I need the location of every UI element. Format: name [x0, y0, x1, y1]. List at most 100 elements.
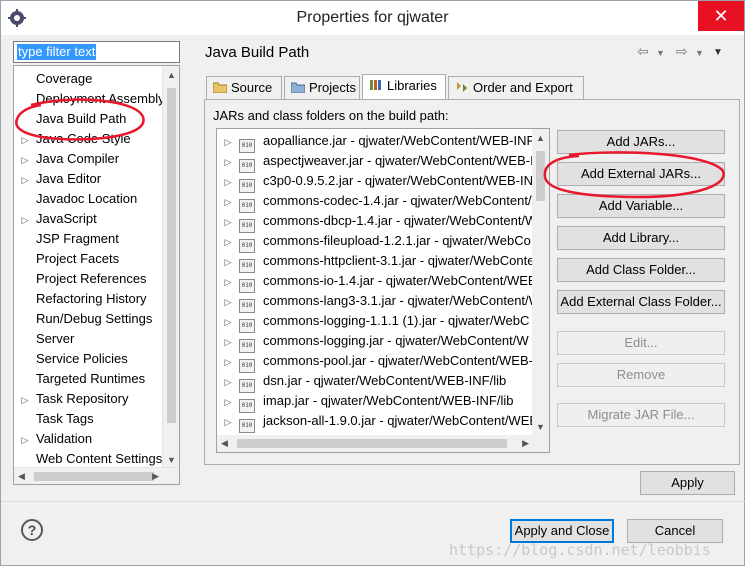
help-icon[interactable]: ? — [21, 519, 43, 541]
tree-item[interactable]: Web Content Settings — [14, 449, 162, 469]
jar-list-vertical-scrollbar[interactable]: ▲ ▼ — [532, 129, 549, 436]
jar-list-horizontal-scrollbar[interactable]: ◀ ▶ — [217, 435, 549, 452]
expand-arrow-icon[interactable]: ▷ — [217, 252, 239, 272]
tree-item[interactable]: Coverage — [14, 69, 92, 89]
tree-item[interactable]: JSP Fragment — [14, 229, 119, 249]
tree-item[interactable]: Java Build Path — [14, 109, 126, 129]
jar-list-hscroll-thumb[interactable] — [237, 439, 507, 448]
jar-list-item[interactable]: ▷ 010 commons-logging.jar - qjwater/WebCon… — [217, 331, 529, 353]
expand-arrow-icon[interactable]: ▷ — [14, 390, 36, 410]
tree-item[interactable]: Deployment Assembly — [14, 89, 165, 109]
add-library-button[interactable]: Add Library... — [557, 226, 725, 250]
tree-item-label: Java Build Path — [36, 111, 127, 126]
expand-arrow-icon[interactable]: ▷ — [14, 150, 36, 170]
tree-item[interactable]: ▷ Java Editor — [14, 169, 102, 190]
tree-item[interactable]: Task Tags — [14, 409, 94, 429]
expand-arrow-icon[interactable]: ▷ — [14, 130, 36, 150]
expand-arrow-icon[interactable]: ▷ — [217, 372, 239, 392]
tree-item[interactable]: Server — [14, 329, 74, 349]
back-menu-icon[interactable]: ▼ — [656, 48, 665, 58]
tree-item[interactable]: Javadoc Location — [14, 189, 137, 209]
jar-list-item[interactable]: ▷ 010 commons-logging-1.1.1 (1).jar - qjwa… — [217, 311, 529, 333]
apply-and-close-button[interactable]: Apply and Close — [510, 519, 614, 543]
forward-arrow-icon[interactable]: ⇨ — [676, 43, 688, 60]
expand-arrow-icon[interactable]: ▷ — [217, 172, 239, 192]
jar-list-scroll-thumb[interactable] — [536, 151, 545, 201]
tab-libraries[interactable]: Libraries — [362, 74, 446, 100]
jar-list-item[interactable]: ▷ 010 aopalliance.jar - qjwater/WebContent… — [217, 131, 534, 153]
tab-source[interactable]: Source — [206, 76, 282, 100]
tree-item[interactable]: Project References — [14, 269, 147, 289]
jar-list-item[interactable]: ▷ 010 commons-dbcp-1.4.jar - qjwater/WebCo… — [217, 211, 537, 233]
tree-vertical-scrollbar[interactable]: ▲ ▼ — [162, 66, 179, 469]
jar-list-item[interactable]: ▷ 010 imap.jar - qjwater/WebContent/WEB-IN… — [217, 391, 513, 413]
add-external-jars-button[interactable]: Add External JARs... — [557, 162, 725, 186]
cancel-button[interactable]: Cancel — [627, 519, 723, 543]
scroll-down-icon[interactable]: ▼ — [167, 455, 176, 465]
forward-menu-icon[interactable]: ▼ — [695, 48, 704, 58]
tree-item[interactable]: Service Policies — [14, 349, 128, 369]
scroll-up-icon[interactable]: ▲ — [167, 70, 176, 80]
jar-list-item[interactable]: ▷ 010 commons-codec-1.4.jar - qjwater/WebC… — [217, 191, 544, 213]
expand-arrow-icon[interactable]: ▷ — [217, 312, 239, 332]
tree-item[interactable]: ▷ Task Repository — [14, 389, 129, 410]
edit-button[interactable]: Edit... — [557, 331, 725, 355]
tree-horizontal-scrollbar[interactable]: ◀ ▶ — [14, 467, 179, 484]
filter-input[interactable]: type filter text — [13, 41, 180, 63]
jar-list-item[interactable]: ▷ 010 commons-httpclient-3.1.jar - qjwater… — [217, 251, 534, 273]
scroll-right-icon[interactable]: ▶ — [522, 438, 529, 449]
apply-button[interactable]: Apply — [640, 471, 735, 495]
tree-item[interactable]: Run/Debug Settings — [14, 309, 152, 329]
remove-button[interactable]: Remove — [557, 363, 725, 387]
scroll-left-icon[interactable]: ◀ — [221, 438, 228, 449]
expand-arrow-icon[interactable]: ▷ — [217, 132, 239, 152]
add-jars-button[interactable]: Add JARs... — [557, 130, 725, 154]
expand-arrow-icon[interactable]: ▷ — [217, 232, 239, 252]
tab-projects[interactable]: Projects — [284, 76, 360, 100]
jar-list-item[interactable]: ▷ 010 commons-lang3-3.1.jar - qjwater/WebC… — [217, 291, 541, 313]
add-class-folder-button[interactable]: Add Class Folder... — [557, 258, 725, 282]
migrate-jar-button[interactable]: Migrate JAR File... — [557, 403, 725, 427]
close-button[interactable]: ✕ — [698, 1, 744, 31]
tree-item-label: Targeted Runtimes — [36, 371, 146, 386]
tree-item[interactable]: ▷ JavaScript — [14, 209, 97, 229]
add-variable-button[interactable]: Add Variable... — [557, 194, 725, 218]
tree-scroll-thumb[interactable] — [167, 88, 176, 423]
expand-arrow-icon[interactable]: ▷ — [14, 430, 36, 450]
scroll-left-icon[interactable]: ◀ — [18, 471, 25, 482]
expand-arrow-icon[interactable]: ▷ — [217, 152, 239, 172]
expand-arrow-icon[interactable]: ▷ — [217, 412, 239, 432]
jar-list-item[interactable]: ▷ 010 commons-pool.jar - qjwater/WebConten… — [217, 351, 533, 373]
jar-list-item[interactable]: ▷ 010 aspectjweaver.jar - qjwater/WebConte… — [217, 151, 534, 173]
expand-arrow-icon[interactable]: ▷ — [14, 170, 36, 190]
expand-arrow-icon[interactable]: ▷ — [217, 272, 239, 292]
expand-arrow-icon[interactable]: ▷ — [217, 292, 239, 312]
expand-arrow-icon[interactable]: ▷ — [217, 332, 239, 352]
tree-item[interactable]: Targeted Runtimes — [14, 369, 145, 389]
scroll-up-icon[interactable]: ▲ — [536, 133, 545, 143]
tree-item[interactable]: Refactoring History — [14, 289, 147, 309]
tree-item[interactable]: Project Facets — [14, 249, 119, 269]
jar-list-item[interactable]: ▷ 010 jackson-all-1.9.0.jar - qjwater/WebC… — [217, 411, 538, 433]
expand-arrow-icon[interactable]: ▷ — [217, 392, 239, 412]
jar-list-item[interactable]: ▷ 010 dsn.jar - qjwater/WebContent/WEB-INF… — [217, 371, 506, 393]
jar-list-item[interactable]: ▷ 010 commons-io-1.4.jar - qjwater/WebCont… — [217, 271, 537, 293]
view-menu-icon[interactable]: ▼ — [713, 47, 723, 58]
tree-item[interactable]: ▷ Java Compiler — [14, 149, 120, 170]
tree-item[interactable]: ▷ Validation — [14, 429, 93, 450]
property-page-tree[interactable]: Web Page EditorWeb Content Settings▷Vali… — [13, 65, 180, 485]
expand-arrow-icon[interactable]: ▷ — [217, 192, 239, 212]
expand-arrow-icon[interactable]: ▷ — [217, 352, 239, 372]
jar-list-item[interactable]: ▷ 010 commons-fileupload-1.2.1.jar - qjwat… — [217, 231, 531, 253]
scroll-down-icon[interactable]: ▼ — [536, 422, 545, 432]
tab-order-and-export[interactable]: Order and Export — [448, 76, 584, 100]
tree-hscroll-thumb[interactable] — [34, 472, 154, 481]
expand-arrow-icon[interactable]: ▷ — [14, 210, 36, 230]
expand-arrow-icon[interactable]: ▷ — [217, 212, 239, 232]
add-external-class-folder-button[interactable]: Add External Class Folder... — [557, 290, 725, 314]
back-arrow-icon[interactable]: ⇦ — [637, 43, 649, 60]
scroll-right-icon[interactable]: ▶ — [152, 471, 159, 482]
jar-list-item[interactable]: ▷ 010 c3p0-0.9.5.2.jar - qjwater/WebConten… — [217, 171, 537, 193]
tree-item[interactable]: ▷ Java Code Style — [14, 129, 131, 149]
jar-list[interactable]: ▷ 010 jackson-all-1.9.0.jar - qjwater/WebC… — [216, 128, 550, 453]
